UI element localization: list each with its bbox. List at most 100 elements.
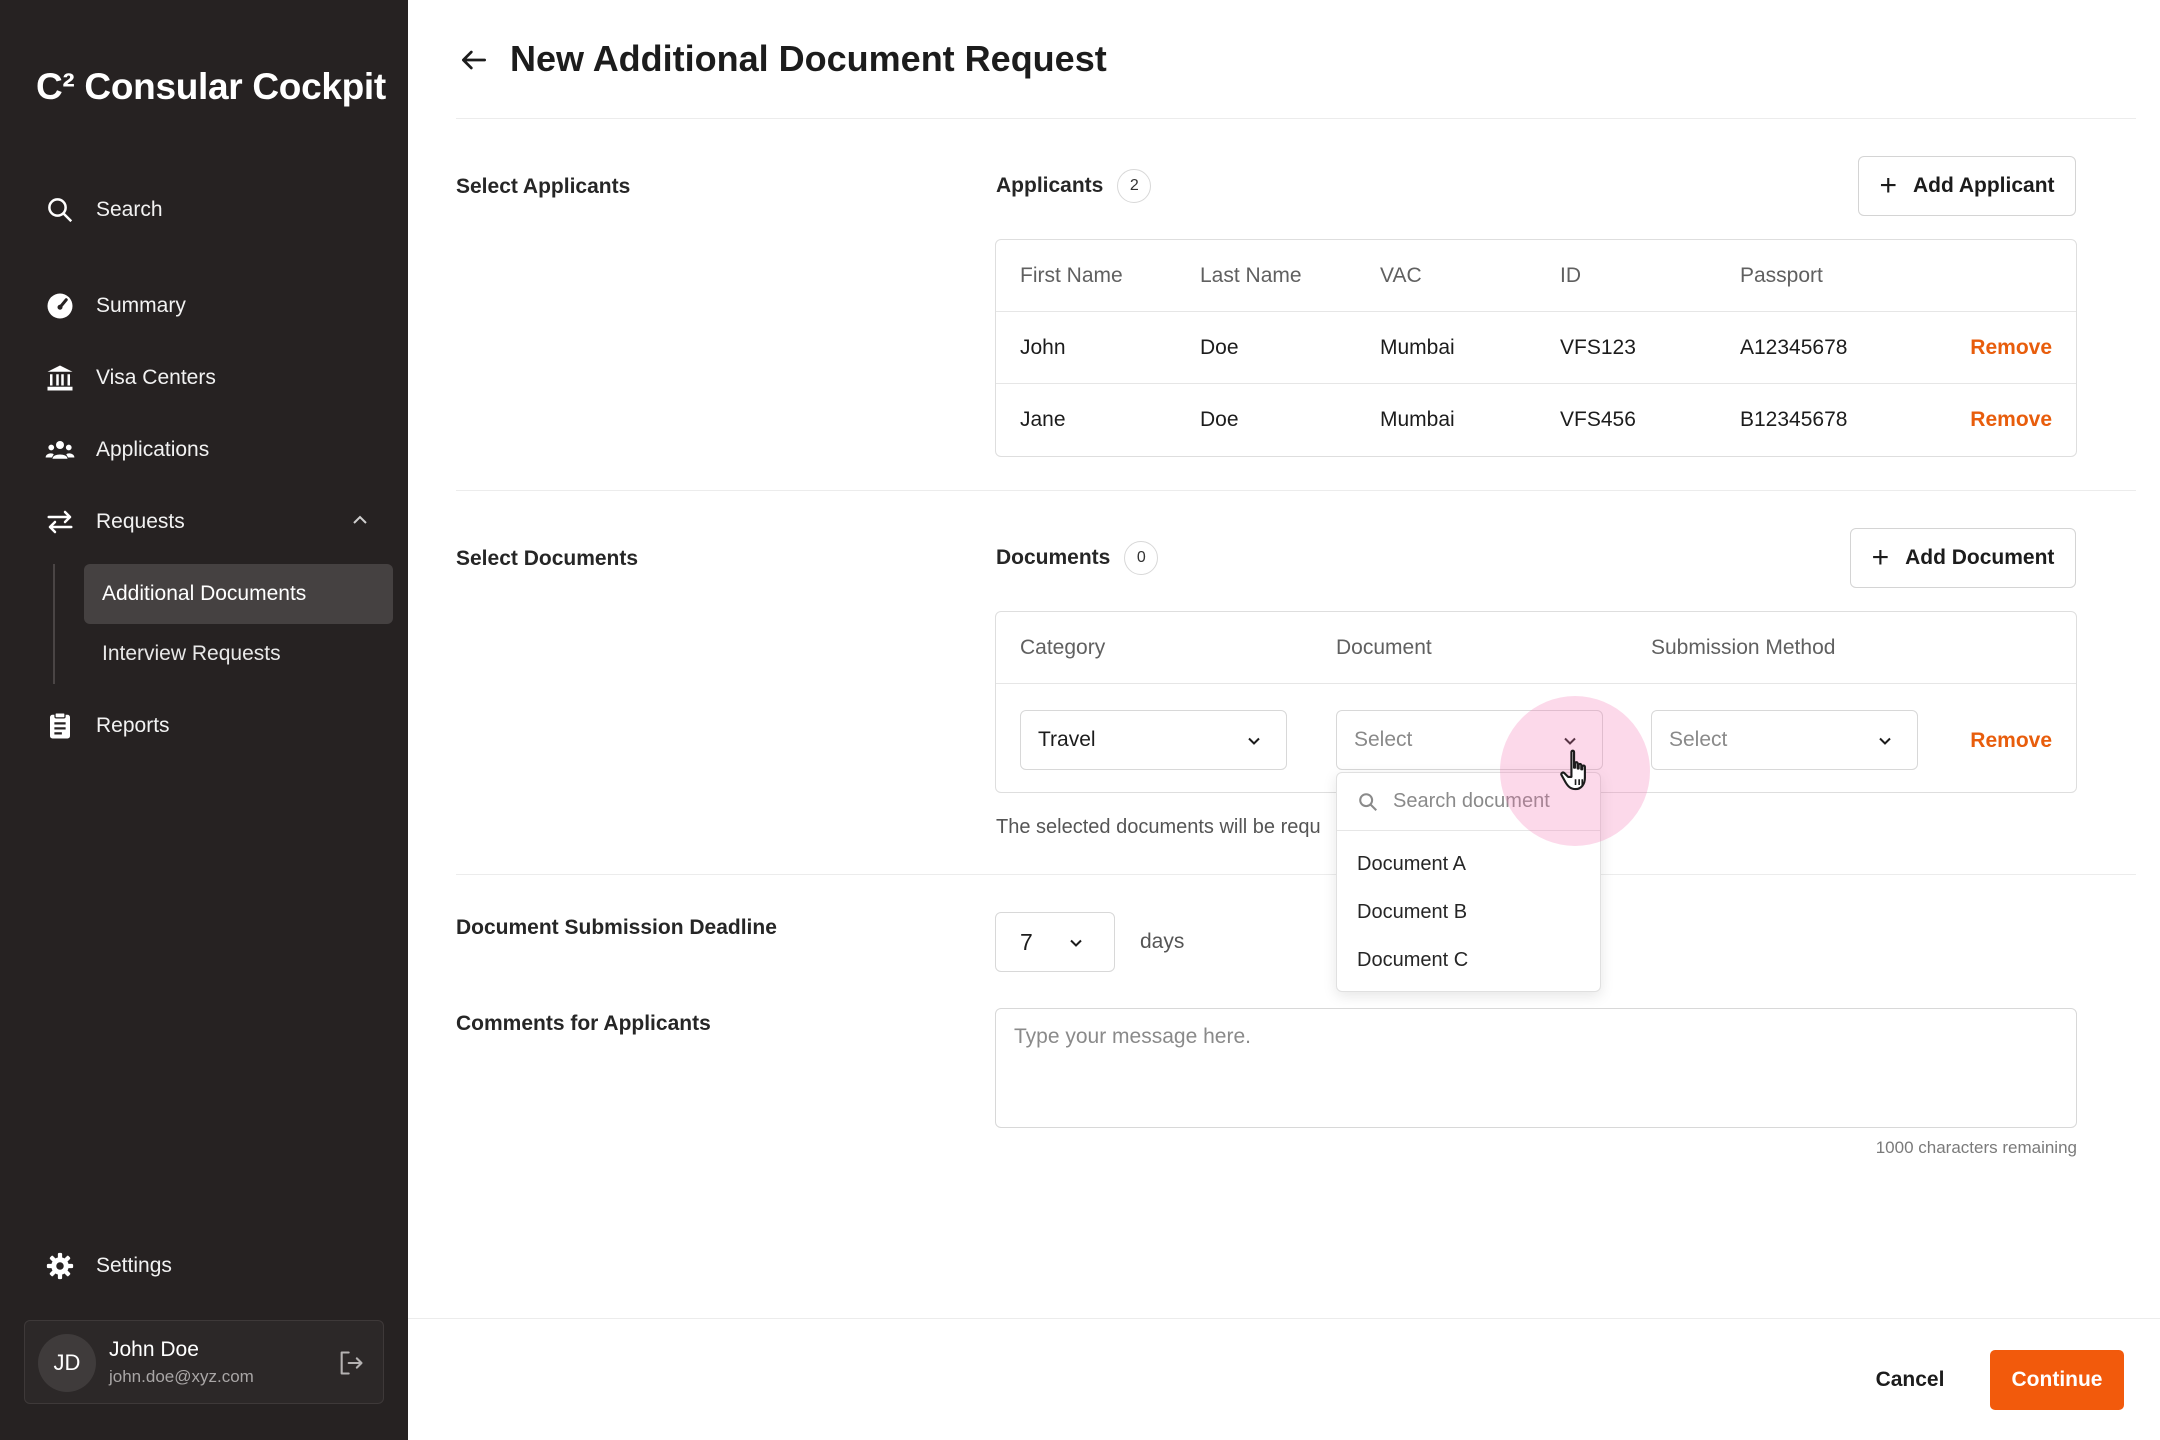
cell-first-name: John [1020,335,1066,359]
sidebar-item-label: Summary [96,294,186,317]
back-arrow-icon[interactable] [458,44,490,76]
documents-helper-text: The selected documents will be requ [996,816,1321,838]
swap-icon [44,506,76,538]
sidebar-item-label: Visa Centers [96,366,216,389]
sidebar-item-summary[interactable]: Summary [44,281,186,331]
column-header: VAC [1380,263,1422,287]
plus-icon: + [1871,541,1890,574]
cell-passport: A12345678 [1740,335,1848,359]
app-brand: C² Consular Cockpit [36,66,386,107]
dropdown-option-document-b[interactable]: Document B [1357,901,1467,924]
applicants-heading: Applicants 2 [996,169,1152,203]
add-applicant-label: Add Applicant [1912,174,2055,197]
hand-cursor-icon [1560,749,1586,791]
add-applicant-button[interactable]: + Add Applicant [1858,156,2076,216]
footer-divider [408,1318,2160,1319]
column-header: Category [1020,635,1106,659]
comments-textarea[interactable]: Type your message here. [995,1008,2077,1128]
sidebar-item-reports[interactable]: Reports [44,701,170,751]
sidebar-item-label: Reports [96,714,170,737]
cell-vac: Mumbai [1380,335,1455,359]
section-label-comments: Comments for Applicants [456,1012,711,1035]
users-icon [44,434,76,466]
chevron-down-icon [1070,939,1082,947]
sidebar-item-visa-centers[interactable]: Visa Centers [44,353,216,403]
documents-heading-text: Documents [996,546,1111,569]
table-row: John Doe Mumbai VFS123 A12345678 Remove [996,312,2076,384]
page-title: New Additional Document Request [510,38,1107,79]
add-document-label: Add Document [1905,546,2055,569]
chevron-down-icon [1248,737,1260,745]
applicants-count-badge: 2 [1117,169,1152,203]
table-row: Jane Doe Mumbai VFS456 B12345678 Remove [996,384,2076,456]
user-email: john.doe@xyz.com [109,1367,254,1386]
sidebar-subitem-additional-documents[interactable]: Additional Documents [84,564,393,624]
sidebar-item-settings[interactable]: Settings [44,1241,172,1291]
cell-first-name: Jane [1020,408,1066,431]
sidebar-item-label: Requests [96,510,185,533]
chevron-down-icon [1879,737,1891,745]
cell-id: VFS456 [1560,408,1636,431]
speedometer-icon [44,290,76,322]
column-header: Document [1336,635,1432,659]
comments-placeholder: Type your message here. [1014,1025,1251,1048]
section-label-deadline: Document Submission Deadline [456,916,777,939]
cell-last-name: Doe [1200,408,1239,431]
sidebar-subitem-interview-requests[interactable]: Interview Requests [84,624,393,684]
table-header: Category Document Submission Method [996,612,2076,684]
section-divider [456,490,2136,491]
chevron-up-icon[interactable] [348,508,372,532]
cell-vac: Mumbai [1380,408,1455,431]
applicants-heading-text: Applicants [996,174,1104,197]
remove-document-link[interactable]: Remove [1970,729,2052,753]
logout-icon[interactable] [337,1349,365,1377]
table-header: First Name Last Name VAC ID Passport [996,240,2076,312]
submenu-divider [53,564,55,684]
dropdown-option-document-c[interactable]: Document C [1357,949,1468,972]
sidebar-item-search[interactable]: Search [44,185,163,235]
section-divider [456,874,2136,875]
sidebar-item-applications[interactable]: Applications [44,425,209,475]
applicants-table: First Name Last Name VAC ID Passport Joh… [995,239,2077,457]
column-header: Last Name [1200,263,1302,287]
user-card: JD John Doe john.doe@xyz.com [24,1320,384,1404]
user-name: John Doe [109,1338,199,1361]
sidebar-item-label: Search [96,198,163,221]
search-icon [44,194,76,226]
search-icon [1359,793,1377,811]
sidebar-item-label: Applications [96,438,210,461]
submission-method-select[interactable]: Select [1651,710,1918,770]
remove-applicant-link[interactable]: Remove [1970,336,2052,360]
column-header: ID [1560,263,1581,287]
continue-button[interactable]: Continue [1990,1350,2124,1410]
column-header: First Name [1020,263,1123,287]
characters-remaining: 1000 characters remaining [1875,1138,2077,1157]
sidebar: C² Consular Cockpit Search Summary Visa … [0,0,408,1440]
deadline-unit-label: days [1140,930,1185,953]
sidebar-item-requests[interactable]: Requests [44,497,185,547]
dropdown-option-document-a[interactable]: Document A [1357,853,1466,876]
deadline-days-value: 7 [1020,928,1033,955]
add-document-button[interactable]: + Add Document [1850,528,2076,588]
documents-count-badge: 0 [1124,541,1159,575]
bank-icon [44,362,76,394]
document-select-placeholder: Select [1354,728,1413,751]
cell-passport: B12345678 [1740,408,1848,431]
documents-heading: Documents 0 [996,541,1159,575]
section-label-applicants: Select Applicants [456,175,631,198]
plus-icon: + [1879,169,1897,202]
sidebar-item-label: Settings [96,1254,172,1277]
deadline-days-select[interactable]: 7 [995,912,1115,972]
category-select[interactable]: Travel [1020,710,1287,770]
submission-method-placeholder: Select [1669,728,1728,751]
cell-last-name: Doe [1200,335,1239,359]
remove-applicant-link[interactable]: Remove [1970,408,2052,432]
cell-id: VFS123 [1560,335,1636,359]
gear-icon [44,1250,76,1282]
avatar[interactable]: JD [38,1334,96,1392]
clipboard-icon [44,710,76,742]
header-divider [456,118,2136,119]
cancel-button[interactable]: Cancel [1850,1350,1970,1410]
column-header: Passport [1740,263,1823,287]
category-select-value: Travel [1038,728,1096,751]
